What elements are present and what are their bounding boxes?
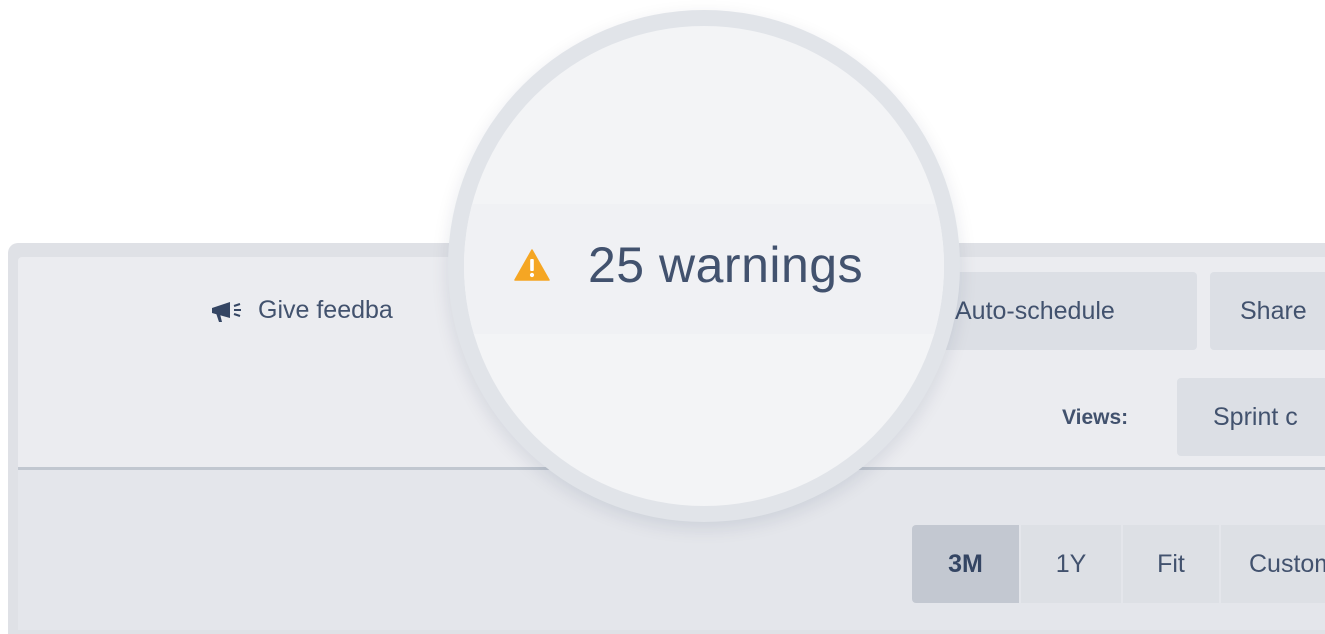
auto-schedule-label: Auto-schedule [955, 296, 1115, 325]
magnifier-lens: 25 warnings [448, 10, 960, 522]
range-fit-button[interactable]: Fit [1123, 525, 1219, 603]
megaphone-icon [210, 298, 244, 324]
range-3m-button[interactable]: 3M [912, 525, 1019, 603]
magnifier-content: 25 warnings [464, 26, 944, 506]
auto-schedule-button[interactable]: Auto-schedule [925, 272, 1197, 350]
share-button[interactable]: Share [1210, 272, 1325, 350]
range-1y-label: 1Y [1055, 549, 1087, 578]
range-1y-button[interactable]: 1Y [1021, 525, 1121, 603]
warning-triangle-icon [514, 249, 550, 281]
views-dropdown[interactable]: Sprint c [1177, 378, 1325, 456]
warnings-label: 25 warnings [588, 237, 864, 293]
range-fit-label: Fit [1157, 549, 1185, 578]
range-3m-label: 3M [948, 549, 983, 578]
views-selected-value: Sprint c [1213, 402, 1298, 431]
range-custom-button[interactable]: Custom [1221, 525, 1325, 603]
share-label: Share [1240, 296, 1307, 325]
time-range-selector: 3M 1Y Fit Custom [912, 525, 1325, 603]
zoomed-screenshot: Give feedba Auto-schedule Share Views: S… [0, 0, 1325, 634]
range-custom-label: Custom [1249, 549, 1325, 578]
warnings-button[interactable]: 25 warnings [514, 236, 863, 294]
give-feedback-button[interactable]: Give feedba [210, 296, 393, 325]
views-label: Views: [1062, 406, 1129, 429]
give-feedback-label: Give feedba [258, 296, 393, 324]
